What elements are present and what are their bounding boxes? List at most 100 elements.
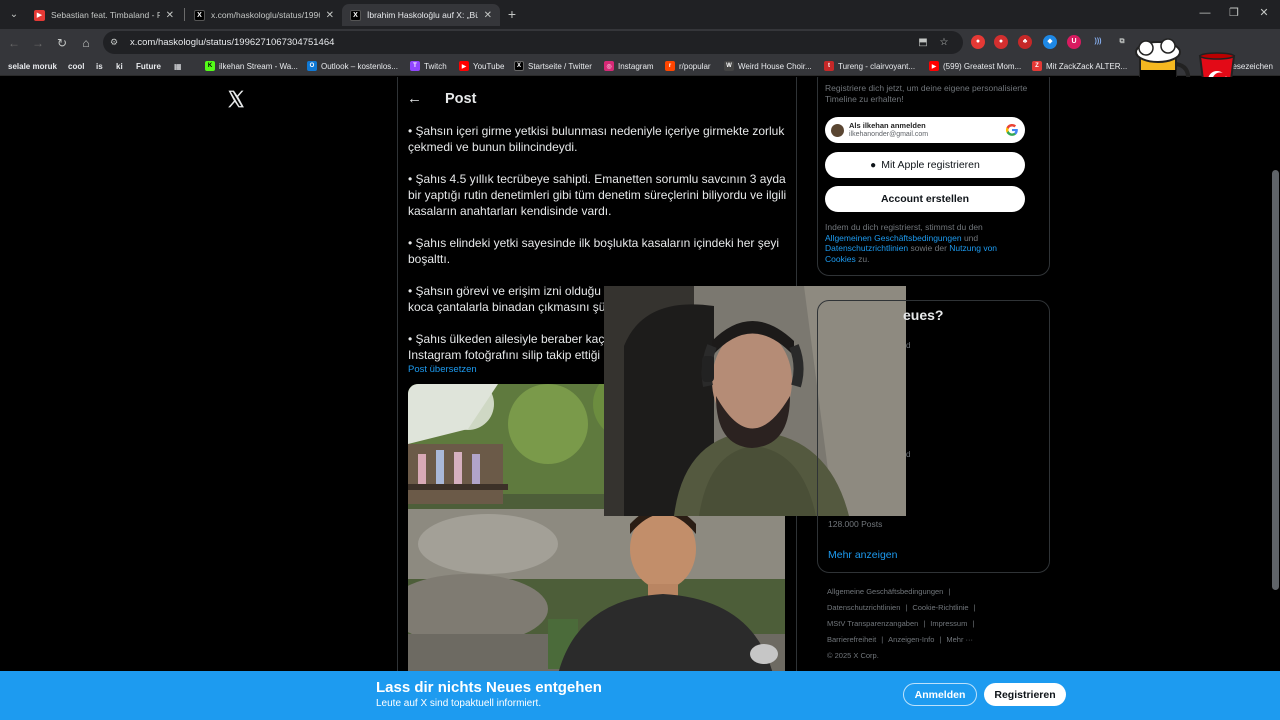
bookmark-reddit[interactable]: r r/popular (665, 59, 711, 73)
tab-search-icon[interactable]: ⌄ (6, 7, 22, 23)
extension-icon[interactable]: ◆ (1043, 35, 1057, 49)
restore-icon[interactable]: ❐ (1224, 5, 1244, 21)
avatar (831, 123, 844, 137)
footer-link[interactable]: Mehr ··· (946, 635, 973, 644)
bookmark-kick[interactable]: Kilkehan Stream - Wa... (205, 59, 298, 73)
footer-link[interactable]: Allgemeine Geschäftsbedingungen (827, 587, 943, 596)
close-tab-icon[interactable]: ✕ (326, 10, 334, 21)
signup-legal-text: Indem du dich registrierst, stimmst du d… (825, 222, 998, 264)
register-button[interactable]: Registrieren (984, 683, 1066, 706)
login-button[interactable]: Anmelden (903, 683, 977, 706)
bookmark-folder[interactable]: is (96, 59, 103, 73)
tab-title: Sebastian feat. Timbaland - Ph (51, 10, 160, 20)
tab-strip: ⌄ ▶ Sebastian feat. Timbaland - Ph ✕ X x… (0, 0, 1280, 29)
tweet-paragraph: • Şahsın içeri girme yetkisi bulunması n… (408, 124, 785, 154)
create-account-label: Account erstellen (880, 193, 970, 205)
extension-icon[interactable]: ● (971, 35, 985, 49)
bookmark-zackzack[interactable]: Z Mit ZackZack ALTER... (1032, 59, 1127, 73)
youtube-favicon-icon: ▶ (34, 9, 45, 21)
extensions-puzzle-icon[interactable]: ⧉ (1115, 35, 1129, 49)
copyright: © 2025 X Corp. (827, 651, 879, 660)
minimize-icon[interactable]: — (1195, 5, 1215, 21)
bookmark-youtube-2[interactable]: ▶ (599) Greatest Mom... (929, 59, 1021, 73)
tweet-paragraph: • Şahıs elindeki yetki sayesinde ilk boş… (408, 236, 780, 266)
bookmark-twitter[interactable]: X Startseite / Twitter (514, 59, 592, 73)
bookmark-tureng[interactable]: t Tureng - clairvoyant... (824, 59, 915, 73)
post-header: ← Post (397, 77, 796, 120)
google-account-name: Als ilkehan anmelden (849, 121, 926, 130)
footer-links: Allgemeine Geschäftsbedingungen | Datensc… (827, 587, 976, 660)
close-window-icon[interactable]: ✕ (1254, 5, 1274, 21)
privacy-link[interactable]: Datenschutzrichtlinien (825, 243, 908, 253)
extension-icon[interactable]: ● (994, 35, 1008, 49)
whats-happening-card (817, 300, 1050, 573)
google-logo-icon (1005, 124, 1018, 136)
apple-logo-icon: ● (870, 159, 877, 171)
browser-toolbar: ← → ↻ ⌂ ⚙ x.com/haskologlu/status/199627… (0, 29, 1280, 56)
footer-link[interactable]: Datenschutzrichtlinien (827, 603, 900, 612)
tab-divider (184, 8, 185, 21)
signup-subtitle: Registriere dich jetzt, um deine eigene … (825, 83, 1028, 104)
bookmark-star-icon[interactable]: ☆ (937, 36, 951, 50)
bookmark-youtube[interactable]: ▶ YouTube (459, 59, 504, 73)
new-tab-button[interactable]: + (504, 5, 520, 23)
footer-link[interactable]: Barrierefreiheit (827, 635, 876, 644)
translate-post-link[interactable]: Post übersetzen (408, 364, 477, 375)
tab-active-post[interactable]: X İbrahim Haskoloğlu auf X: „Büy ✕ (342, 4, 500, 26)
bookmark-outlook[interactable]: O Outlook – kostenlos... (307, 59, 398, 73)
back-icon[interactable]: ← (5, 34, 23, 52)
x-post-page: ← Post • Şahsın içeri girme yetkisi bulu… (0, 77, 1280, 671)
trend-post-count: 128.000 Posts (828, 519, 883, 529)
apple-register-label: Mit Apple registrieren (881, 159, 980, 171)
tab-youtube[interactable]: ▶ Sebastian feat. Timbaland - Ph ✕ (26, 4, 182, 26)
create-account-button[interactable]: Account erstellen (825, 186, 1025, 212)
google-signin-button[interactable]: Als ilkehan anmelden ilkehanonder@gmail.… (825, 117, 1025, 143)
show-more-link[interactable]: Mehr anzeigen (828, 549, 897, 561)
url-text: x.com/haskologlu/status/1996271067304751… (130, 37, 335, 48)
extension-icon[interactable]: U (1067, 35, 1081, 49)
site-info-icon[interactable]: ⚙ (110, 37, 128, 48)
forward-icon[interactable]: → (29, 34, 47, 52)
home-icon[interactable]: ⌂ (77, 34, 95, 52)
back-arrow-icon[interactable]: ← (407, 90, 423, 107)
trend-meta: d (906, 341, 911, 350)
bookmarks-bar: selale moruk cool is ki Future ▦ Kilkeha… (0, 56, 1280, 76)
install-app-icon[interactable]: ⬒ (916, 36, 930, 50)
x-favicon-icon: X (350, 9, 361, 21)
tweet-paragraph: • Şahıs 4.5 yıllık tecrübeye sahipti. Em… (408, 172, 787, 218)
x-logo-icon[interactable] (226, 89, 246, 109)
trend-meta: d (906, 450, 911, 459)
banner-subtitle: Leute auf X sind topaktuell informiert. (376, 698, 542, 709)
close-tab-icon[interactable]: ✕ (166, 10, 174, 21)
bookmark-twitch[interactable]: T Twitch (410, 59, 447, 73)
footer-link[interactable]: Anzeigen-Info (888, 635, 934, 644)
column-divider (397, 77, 398, 671)
footer-link[interactable]: MStV Transparenzangaben (827, 619, 918, 628)
x-favicon-icon: X (194, 9, 205, 21)
apps-grid-icon[interactable]: ▦ (174, 59, 182, 73)
tab-x-status[interactable]: X x.com/haskologlu/status/1996 ✕ (186, 4, 342, 26)
banner-title: Lass dir nichts Neues entgehen (376, 679, 602, 696)
signup-banner: Lass dir nichts Neues entgehen Leute auf… (0, 671, 1280, 720)
footer-link[interactable]: Cookie-Richtlinie (912, 603, 968, 612)
extension-icon[interactable]: ♣ (1018, 35, 1032, 49)
reload-icon[interactable]: ↻ (53, 34, 71, 52)
bookmark-folder[interactable]: Future (136, 59, 161, 73)
bookmark-folder[interactable]: selale moruk (8, 59, 57, 73)
bookmark-instagram[interactable]: ◎ Instagram (604, 59, 654, 73)
address-bar[interactable]: ⚙ x.com/haskologlu/status/19962710673047… (103, 31, 963, 54)
bookmark-folder[interactable]: ki (116, 59, 123, 73)
terms-link[interactable]: Allgemeinen Geschäftsbedingungen (825, 233, 962, 243)
bookmark-folder[interactable]: cool (68, 59, 84, 73)
apple-register-button[interactable]: ● Mit Apple registrieren (825, 152, 1025, 178)
tab-title: x.com/haskologlu/status/1996 (211, 10, 320, 20)
extension-icon[interactable]: ))) (1091, 35, 1105, 49)
scrollbar-thumb[interactable] (1272, 170, 1279, 590)
bookmark-weird-house-choir[interactable]: W Weird House Choir... (724, 59, 812, 73)
whats-happening-title: eues? (903, 307, 944, 323)
tab-title: İbrahim Haskoloğlu auf X: „Büy (367, 10, 478, 20)
google-account-email: ilkehanonder@gmail.com (849, 131, 929, 138)
footer-link[interactable]: Impressum (930, 619, 967, 628)
close-tab-icon[interactable]: ✕ (484, 10, 492, 21)
page-title: Post (445, 90, 477, 107)
